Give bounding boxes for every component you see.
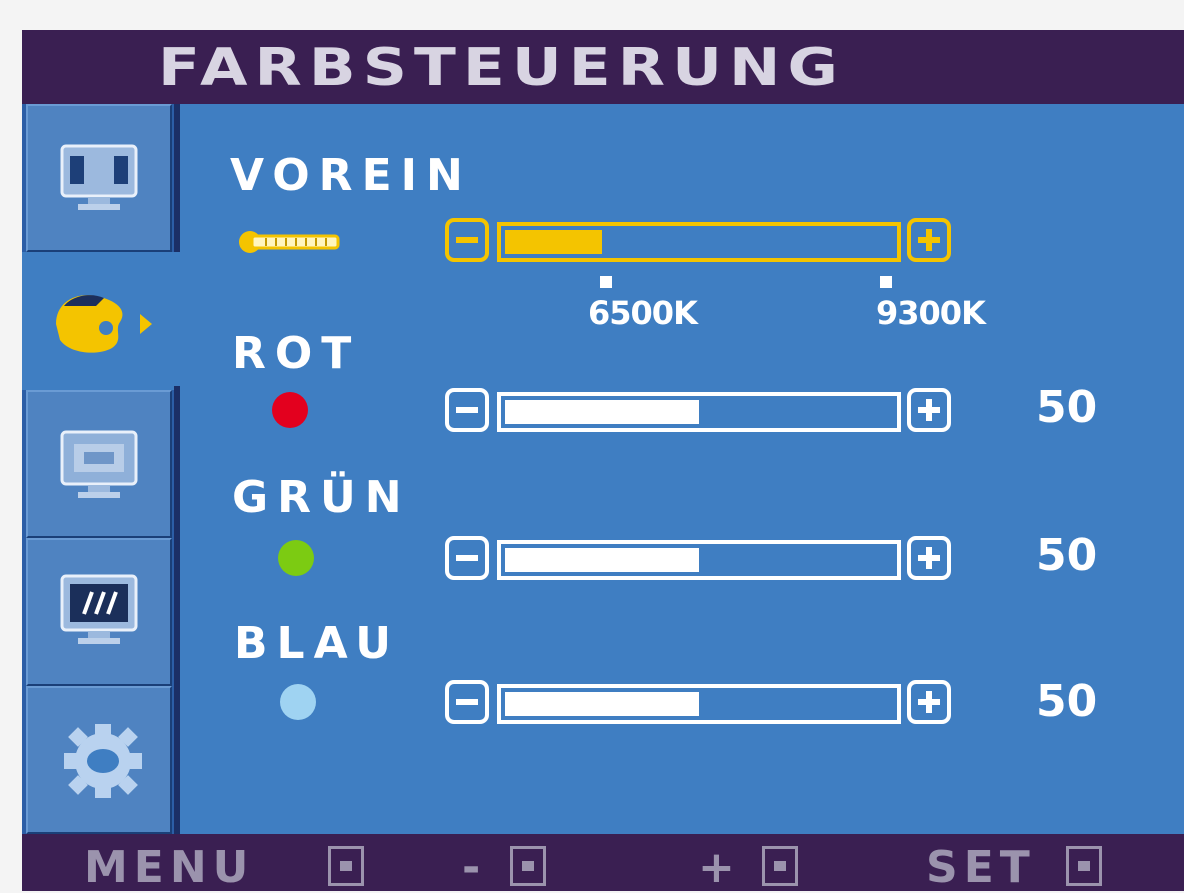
blue-label: BLAU bbox=[234, 618, 401, 669]
tick-9300k bbox=[880, 276, 892, 288]
red-label: ROT bbox=[232, 328, 361, 379]
red-value: 50 bbox=[1036, 382, 1098, 433]
color-palette-icon bbox=[56, 295, 152, 353]
minus-button-icon[interactable] bbox=[510, 846, 546, 886]
sidebar-item-tracking[interactable] bbox=[26, 538, 172, 686]
preset-option-6500k[interactable]: 6500K bbox=[588, 294, 698, 332]
sidebar-divider-top bbox=[174, 104, 180, 252]
footer-minus-label: - bbox=[462, 842, 487, 893]
green-track[interactable] bbox=[497, 540, 901, 580]
footer-set-label: SET bbox=[926, 842, 1036, 893]
red-slider[interactable] bbox=[445, 388, 959, 436]
preset-slider[interactable] bbox=[445, 218, 959, 266]
green-value: 50 bbox=[1036, 530, 1098, 581]
blue-fill bbox=[505, 692, 699, 716]
sidebar-item-color[interactable] bbox=[22, 252, 192, 390]
green-increase-button[interactable] bbox=[907, 536, 951, 580]
blue-increase-button[interactable] bbox=[907, 680, 951, 724]
sidebar-divider-bottom bbox=[174, 386, 180, 834]
menu-title: FARBSTEUERUNG bbox=[158, 38, 845, 98]
blue-slider[interactable] bbox=[445, 680, 959, 728]
blue-decrease-button[interactable] bbox=[445, 680, 489, 724]
tick-6500k bbox=[600, 276, 612, 288]
green-fill bbox=[505, 548, 699, 572]
preset-increase-button[interactable] bbox=[907, 218, 951, 262]
position-icon bbox=[60, 430, 138, 498]
sidebar bbox=[22, 104, 192, 834]
thermometer-icon bbox=[239, 231, 340, 253]
blue-dot bbox=[280, 684, 316, 720]
green-slider[interactable] bbox=[445, 536, 959, 584]
preset-fill bbox=[505, 230, 602, 254]
preset-option-9300k[interactable]: 9300K bbox=[876, 294, 986, 332]
sidebar-item-setup[interactable] bbox=[26, 686, 172, 834]
plus-button-icon[interactable] bbox=[762, 846, 798, 886]
green-decrease-button[interactable] bbox=[445, 536, 489, 580]
preset-track[interactable] bbox=[497, 222, 901, 262]
menu-button-icon[interactable] bbox=[328, 846, 364, 886]
title-bar: FARBSTEUERUNG bbox=[22, 30, 1184, 104]
red-fill bbox=[505, 400, 699, 424]
sidebar-item-picture[interactable] bbox=[26, 104, 172, 252]
set-button-icon[interactable] bbox=[1066, 846, 1102, 886]
picture-icon bbox=[60, 144, 138, 210]
tracking-icon bbox=[60, 574, 138, 644]
red-decrease-button[interactable] bbox=[445, 388, 489, 432]
red-dot bbox=[272, 392, 308, 428]
blue-track[interactable] bbox=[497, 684, 901, 724]
green-dot bbox=[278, 540, 314, 576]
footer-menu-label: MENU bbox=[84, 842, 255, 893]
green-label: GRÜN bbox=[232, 472, 411, 523]
preset-decrease-button[interactable] bbox=[445, 218, 489, 262]
preset-label: VOREIN bbox=[230, 150, 472, 201]
sidebar-item-position[interactable] bbox=[26, 390, 172, 538]
footer-bar: MENU - + SET bbox=[22, 834, 1184, 893]
red-track[interactable] bbox=[497, 392, 901, 432]
osd-window: FARBSTEUERUNG VOREIN 6500K 9300K ROT 50 … bbox=[22, 30, 1184, 893]
blue-value: 50 bbox=[1036, 676, 1098, 727]
footer-plus-label: + bbox=[698, 842, 741, 893]
red-increase-button[interactable] bbox=[907, 388, 951, 432]
setup-gear-icon bbox=[64, 724, 142, 798]
